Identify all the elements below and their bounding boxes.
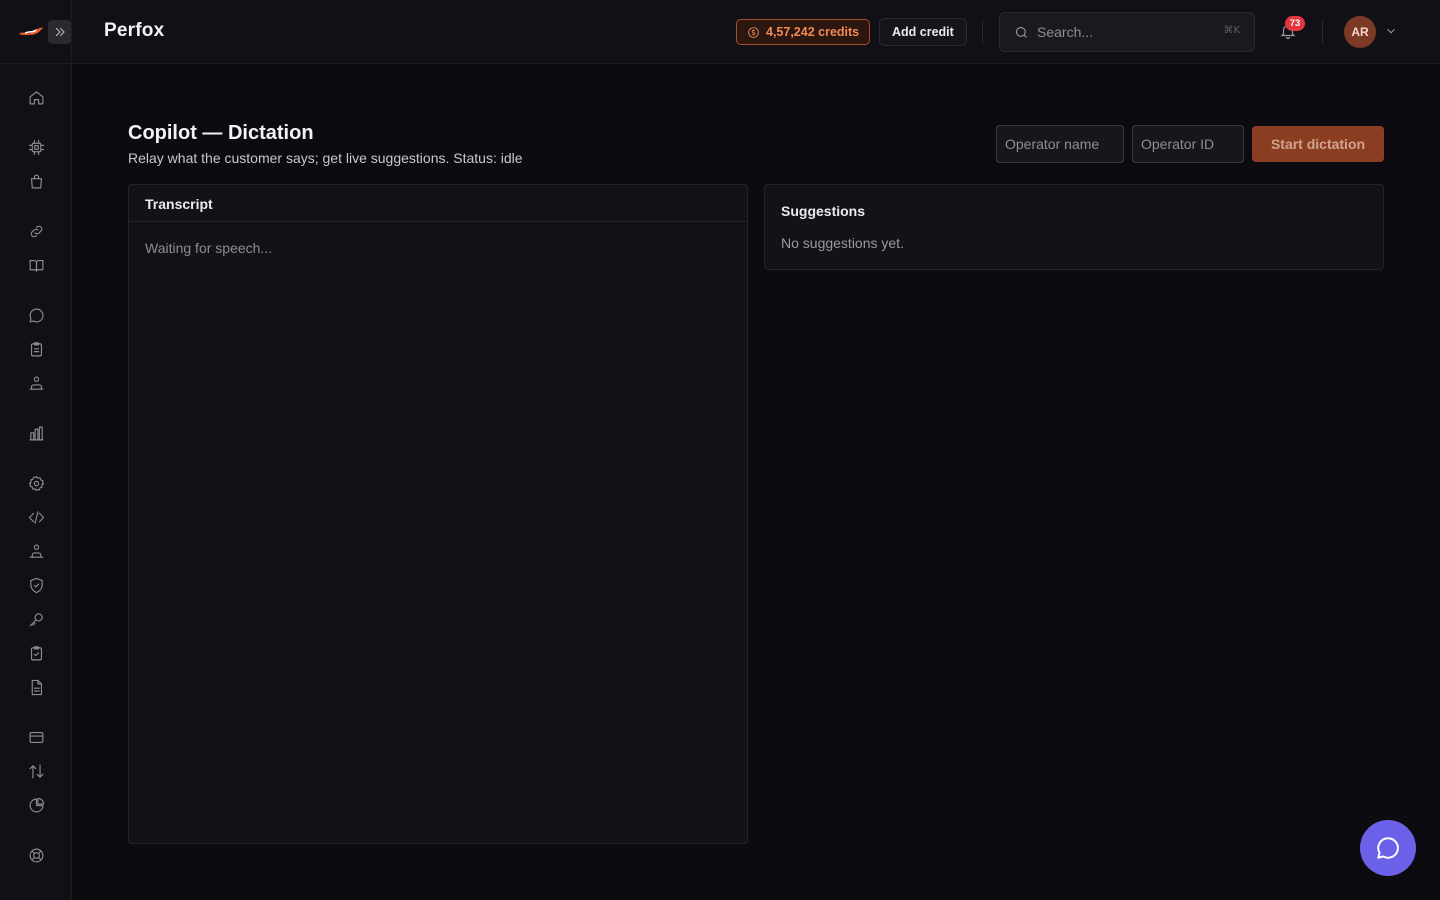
sidebar-item-cpu[interactable] xyxy=(26,137,46,157)
user-avatar[interactable]: AR xyxy=(1344,16,1376,48)
credits-label: 4,57,242 credits xyxy=(766,25,860,39)
clipboard-icon xyxy=(30,341,42,356)
transcript-title: Transcript xyxy=(129,185,747,222)
brand-name: Perfox xyxy=(104,20,165,41)
top-header: Perfox 4,57,242 credits Add credit ⌘K 73… xyxy=(72,0,1440,64)
document-icon xyxy=(31,679,42,695)
book-icon xyxy=(29,259,43,272)
search-box[interactable]: ⌘K xyxy=(999,12,1255,52)
search-icon xyxy=(1015,26,1027,38)
shield-icon xyxy=(29,577,43,593)
operator-name-input[interactable] xyxy=(996,125,1124,163)
chat-icon xyxy=(29,308,43,322)
chart-icon xyxy=(29,426,43,440)
sidebar-item-documents[interactable] xyxy=(26,677,46,697)
clipboard-check-icon xyxy=(30,645,42,660)
sidebar-item-analytics[interactable] xyxy=(26,423,46,443)
settings-icon xyxy=(28,475,44,491)
chat-bubble-icon xyxy=(1377,837,1399,859)
search-input[interactable] xyxy=(1037,24,1207,40)
org-icon xyxy=(29,376,43,390)
transcript-panel: Transcript Waiting for speech... xyxy=(128,184,748,844)
sidebar-item-team[interactable] xyxy=(26,541,46,561)
coin-icon xyxy=(748,26,759,38)
add-credit-button[interactable]: Add credit xyxy=(879,18,967,46)
sidebar-header xyxy=(0,0,71,64)
search-shortcut-hint: ⌘K xyxy=(1223,25,1240,36)
suggestions-empty-text: No suggestions yet. xyxy=(781,235,904,251)
sidebar-item-support[interactable] xyxy=(26,845,46,865)
link-icon xyxy=(30,225,42,237)
expand-sidebar-button[interactable] xyxy=(48,19,71,44)
pie-chart-icon xyxy=(29,797,44,812)
sidebar-item-book[interactable] xyxy=(26,255,46,275)
sidebar-item-org[interactable] xyxy=(26,373,46,393)
chat-support-button[interactable] xyxy=(1360,820,1416,876)
notification-count-badge: 73 xyxy=(1285,16,1305,31)
sidebar-item-bag[interactable] xyxy=(26,171,46,191)
perfox-logo-icon xyxy=(18,26,44,35)
user-menu-toggle[interactable] xyxy=(1384,24,1400,40)
card-icon xyxy=(29,731,43,743)
cpu-icon xyxy=(28,139,44,155)
start-dictation-button[interactable]: Start dictation xyxy=(1252,126,1384,162)
sidebar xyxy=(0,0,72,900)
sidebar-item-transfers[interactable] xyxy=(26,761,46,781)
page-title: Copilot — Dictation xyxy=(128,122,314,144)
sidebar-item-link[interactable] xyxy=(26,221,46,241)
team-icon xyxy=(29,544,43,558)
transcript-empty-text: Waiting for speech... xyxy=(145,240,273,256)
sidebar-item-security[interactable] xyxy=(26,575,46,595)
sidebar-item-clipboard[interactable] xyxy=(26,339,46,359)
sidebar-item-chat[interactable] xyxy=(26,305,46,325)
chevrons-right-icon xyxy=(55,27,65,36)
home-icon xyxy=(29,90,43,104)
header-divider xyxy=(1322,20,1323,44)
lifebuoy-icon xyxy=(29,848,43,862)
sidebar-item-home[interactable] xyxy=(26,87,46,107)
page-subtitle: Relay what the customer says; get live s… xyxy=(128,150,523,166)
sidebar-item-settings[interactable] xyxy=(26,473,46,493)
suggestions-title: Suggestions xyxy=(781,203,866,219)
chevron-down-icon xyxy=(1387,28,1395,34)
code-icon xyxy=(28,510,44,524)
sidebar-item-reports[interactable] xyxy=(26,795,46,815)
sidebar-item-billing[interactable] xyxy=(26,727,46,747)
transfer-icon xyxy=(29,764,43,778)
sidebar-item-code[interactable] xyxy=(26,507,46,527)
bag-icon xyxy=(30,174,42,188)
header-divider xyxy=(982,20,983,44)
operator-id-input[interactable] xyxy=(1132,125,1244,163)
sidebar-item-tasks[interactable] xyxy=(26,643,46,663)
sidebar-item-keys[interactable] xyxy=(26,609,46,629)
credits-badge[interactable]: 4,57,242 credits xyxy=(736,19,871,45)
suggestions-panel: Suggestions No suggestions yet. xyxy=(764,184,1384,270)
key-icon xyxy=(29,612,43,626)
